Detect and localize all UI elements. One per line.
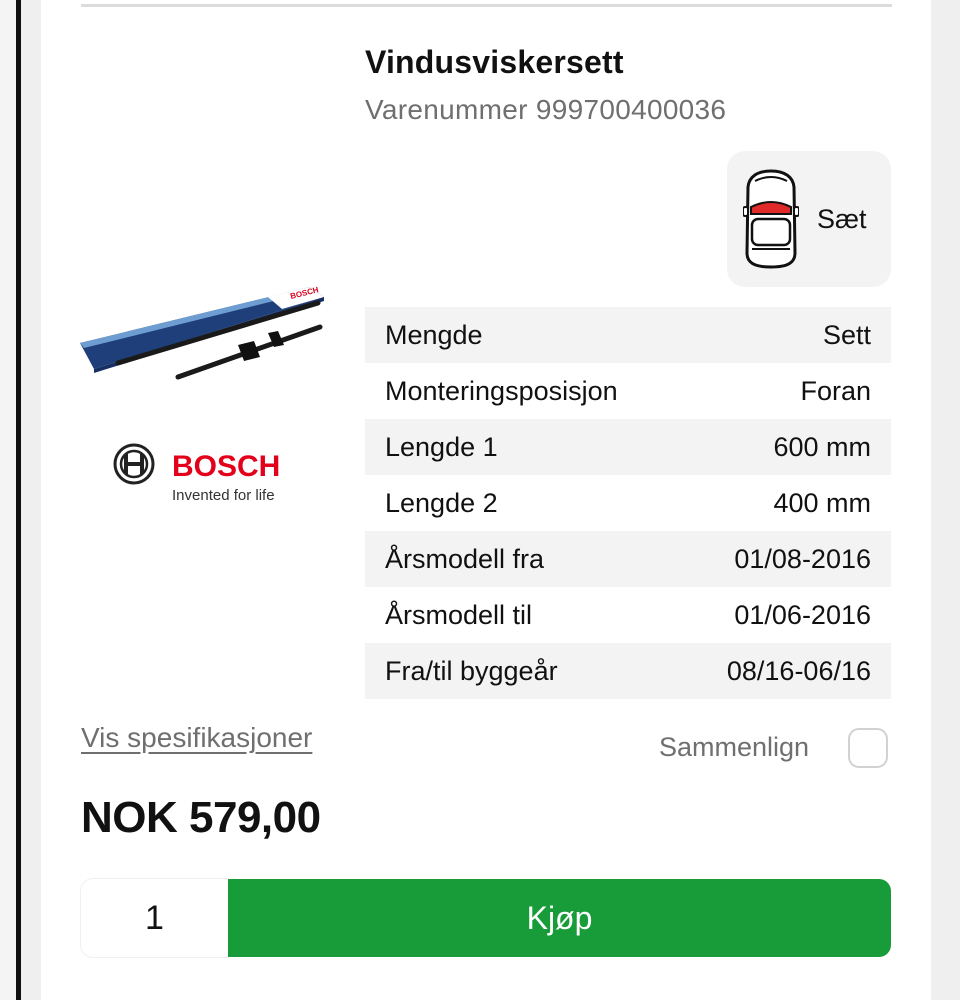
spec-row: Årsmodell til 01/06-2016	[365, 587, 891, 643]
spec-row: Årsmodell fra 01/08-2016	[365, 531, 891, 587]
compare-checkbox[interactable]	[848, 728, 888, 768]
compare-label: Sammenlign	[659, 732, 810, 762]
spec-row: Fra/til byggeår 08/16-06/16	[365, 643, 891, 699]
spec-value: Foran	[800, 375, 871, 406]
spec-label: Årsmodell fra	[385, 543, 545, 574]
spec-value: 01/08-2016	[734, 543, 871, 574]
bosch-logo: BOSCH Invented for life	[113, 443, 280, 504]
spec-row: Lengde 1 600 mm	[365, 419, 891, 475]
spec-row: Monteringsposisjon Foran	[365, 363, 891, 419]
product-title: Vindusviskersett	[365, 44, 624, 80]
spec-value: 08/16-06/16	[726, 655, 871, 686]
spec-value: 600 mm	[773, 431, 871, 462]
spec-label: Monteringsposisjon	[385, 375, 618, 406]
spec-label: Årsmodell til	[385, 599, 533, 630]
spec-row: Lengde 2 400 mm	[365, 475, 891, 531]
car-front-position-icon	[743, 169, 799, 269]
mounting-position-box: Sæt	[727, 151, 891, 287]
show-specifications-link[interactable]: Vis spesifikasjoner	[81, 722, 312, 754]
spec-label: Lengde 1	[385, 431, 498, 462]
spec-value: Sett	[822, 319, 871, 350]
spec-value: 400 mm	[773, 487, 871, 518]
quantity-field[interactable]: 1	[81, 879, 228, 957]
brand-tagline: Invented for life	[172, 487, 275, 504]
wiper-blade-product-image: BOSCH	[80, 285, 324, 380]
spec-label: Lengde 2	[385, 487, 498, 518]
mounting-position-label: Sæt	[817, 204, 867, 234]
specifications-table: Mengde Sett Monteringsposisjon Foran Lengd…	[365, 307, 891, 699]
brand-name: BOSCH	[172, 450, 280, 483]
buy-button[interactable]: Kjøp	[228, 879, 891, 957]
left-border-line	[16, 0, 21, 1000]
top-divider	[81, 4, 892, 7]
spec-label: Mengde	[385, 319, 483, 350]
spec-label: Fra/til byggeår	[385, 655, 558, 686]
spec-value: 01/06-2016	[734, 599, 871, 630]
product-price: NOK 579,00	[81, 793, 321, 842]
spec-row: Mengde Sett	[365, 307, 891, 363]
product-sku: Varenummer 999700400036	[365, 94, 727, 125]
